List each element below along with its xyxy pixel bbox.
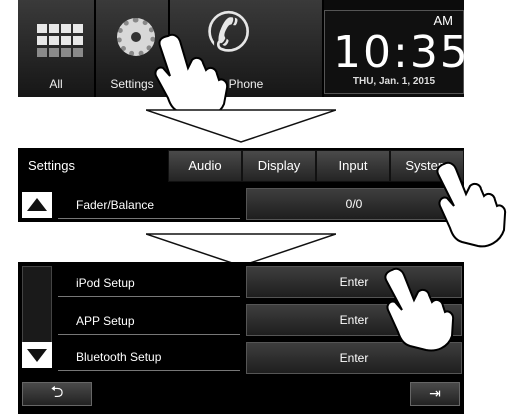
row-divider — [58, 334, 240, 335]
fader-balance-label: Fader/Balance — [76, 198, 155, 212]
row-divider — [58, 370, 240, 371]
scroll-up-button[interactable] — [22, 192, 52, 218]
fader-balance-value-button[interactable]: 0/0 — [246, 188, 462, 220]
back-button[interactable]: ⮌ — [22, 382, 92, 406]
tab-input[interactable]: Input — [316, 150, 390, 182]
settings-title: Settings — [28, 158, 75, 173]
pointing-hand-icon — [154, 33, 229, 118]
list-item-label: iPod Setup — [76, 276, 135, 290]
settings-panel: Settings Audio Display Input System Fade… — [18, 148, 464, 222]
all-apps-label: All — [49, 77, 63, 91]
list-item-label: APP Setup — [76, 314, 135, 328]
row-divider — [58, 296, 240, 297]
clock-ampm: AM — [433, 13, 454, 28]
tab-audio[interactable]: Audio — [168, 150, 242, 182]
all-apps-button[interactable]: All — [18, 0, 96, 97]
home-bar: All Settings ✆ Phone AM 10:35 THU, Jan. … — [18, 0, 468, 97]
clock-time: 10:35 — [333, 27, 470, 78]
row-divider — [58, 218, 240, 219]
scroll-down-button[interactable] — [22, 342, 52, 368]
list-item-label: Bluetooth Setup — [76, 350, 162, 364]
pointing-hand-icon — [436, 161, 507, 248]
tab-display[interactable]: Display — [242, 150, 316, 182]
pointing-hand-icon — [384, 267, 455, 352]
exit-icon: ⇥ — [429, 385, 441, 401]
down-arrow-icon — [146, 109, 336, 143]
exit-button[interactable]: ⇥ — [410, 382, 460, 406]
back-arrow-icon: ⮌ — [50, 384, 64, 401]
clock-widget[interactable]: AM 10:35 THU, Jan. 1, 2015 — [324, 10, 468, 94]
clock-date: THU, Jan. 1, 2015 — [352, 76, 436, 87]
